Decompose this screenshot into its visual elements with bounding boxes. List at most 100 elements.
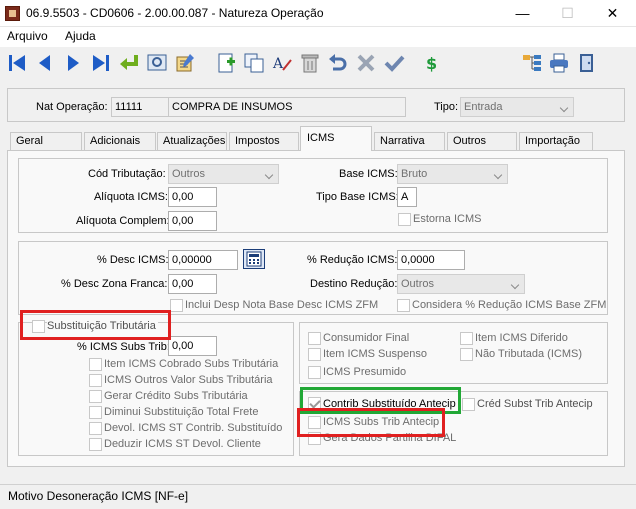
prev-record-button[interactable] — [33, 50, 57, 76]
tab-importacao[interactable]: Importação — [519, 132, 593, 150]
cancel-button[interactable] — [354, 50, 378, 76]
undo-button[interactable] — [326, 50, 350, 76]
subst-item-checkbox[interactable] — [89, 438, 102, 451]
subst-item-checkbox[interactable] — [89, 358, 102, 371]
gera-dados-difal-checkbox[interactable] — [308, 432, 321, 445]
nat-operacao-description[interactable]: COMPRA DE INSUMOS — [168, 97, 406, 117]
first-icon — [9, 55, 25, 71]
copy-button[interactable] — [242, 50, 266, 76]
tab-adicionais[interactable]: Adicionais — [84, 132, 156, 150]
text-edit-button[interactable]: A — [270, 50, 294, 76]
last-record-button[interactable] — [89, 50, 113, 76]
next-record-button[interactable] — [61, 50, 85, 76]
item-icms-diferido-checkbox[interactable] — [460, 332, 473, 345]
new-icon — [218, 53, 235, 73]
substituicao-tributaria-label: Substituição Tributária — [47, 320, 158, 332]
aliquota-complem-input[interactable]: 0,00 — [168, 211, 217, 231]
svg-text:$: $ — [426, 54, 437, 73]
svg-text:A: A — [272, 56, 284, 72]
inclui-desp-label: Inclui Desp Nota Base Desc ICMS ZFM — [185, 299, 379, 311]
desc-zona-franca-label: % Desc Zona Franca: — [61, 278, 168, 290]
item-icms-suspenso-checkbox[interactable] — [308, 348, 321, 361]
consumidor-final-label: Consumidor Final — [323, 332, 410, 344]
tab-geral[interactable]: Geral — [10, 132, 82, 150]
aliquota-icms-input[interactable]: 0,00 — [168, 187, 217, 207]
tipo-select[interactable]: Entrada — [460, 97, 574, 117]
tab-impostos[interactable]: Impostos — [229, 132, 299, 150]
item-icms-diferido-label: Item ICMS Diferido — [475, 332, 568, 344]
window-title: 06.9.5503 - CD0606 - 2.00.00.087 - Natur… — [26, 6, 324, 20]
edit-list-icon — [176, 54, 194, 72]
maximize-button[interactable]: ☐ — [545, 0, 590, 27]
estorna-icms-label: Estorna ICMS — [413, 213, 482, 225]
substituicao-tributaria-checkbox[interactable] — [32, 320, 45, 333]
tipo-base-icms-input[interactable]: A — [397, 187, 417, 207]
icms-presumido-checkbox[interactable] — [308, 366, 321, 379]
cod-tributacao-select[interactable]: Outros — [168, 164, 279, 184]
nao-tributada-label: Não Tributada (ICMS) — [475, 348, 582, 360]
subst-item-label: Deduzir ICMS ST Devol. Cliente — [104, 438, 261, 450]
edit-list-button[interactable] — [173, 50, 197, 76]
icms-subs-trib-antecip-checkbox[interactable] — [308, 416, 321, 429]
icms-subs-trib-antecip-label: ICMS Subs Trib Antecip — [323, 416, 440, 428]
subst-item-checkbox[interactable] — [89, 422, 102, 435]
copy-icon — [244, 53, 264, 73]
nao-tributada-checkbox[interactable] — [460, 348, 473, 361]
cred-subst-trib-antecip-label: Créd Subst Trib Antecip — [477, 398, 593, 410]
text-edit-icon: A — [272, 56, 292, 72]
subst-item-label: Gerar Crédito Subs Tributária — [104, 390, 248, 402]
item-icms-suspenso-label: Item ICMS Suspenso — [323, 348, 427, 360]
consumidor-final-checkbox[interactable] — [308, 332, 321, 345]
base-icms-select[interactable]: Bruto — [397, 164, 508, 184]
subst-item-label: ICMS Outros Valor Subs Tributária — [104, 374, 273, 386]
print-button[interactable] — [547, 50, 571, 76]
tab-icms[interactable]: ICMS — [300, 126, 372, 151]
calculator-icon — [246, 251, 262, 267]
subst-item-label: Diminui Substituição Total Frete — [104, 406, 259, 418]
tab-outros[interactable]: Outros — [447, 132, 517, 150]
destino-reducao-select[interactable]: Outros — [397, 274, 525, 294]
subst-item-checkbox[interactable] — [89, 390, 102, 403]
delete-icon — [301, 54, 319, 73]
subst-item-checkbox[interactable] — [89, 374, 102, 387]
inclui-desp-checkbox[interactable] — [170, 299, 183, 312]
tree-view-button[interactable] — [520, 50, 544, 76]
nat-operacao-label: Nat Operação: — [36, 101, 108, 113]
tab-atualizacoes[interactable]: Atualizações — [157, 132, 227, 150]
return-button[interactable] — [117, 50, 141, 76]
considera-reducao-checkbox[interactable] — [397, 299, 410, 312]
reducao-icms-label: % Redução ICMS: — [307, 254, 398, 266]
considera-reducao-label: Considera % Redução ICMS Base ZFM — [412, 299, 607, 311]
exit-button[interactable] — [575, 50, 599, 76]
preview-button[interactable] — [145, 50, 169, 76]
print-icon — [550, 53, 568, 73]
subst-item-checkbox[interactable] — [89, 406, 102, 419]
calculator-button[interactable] — [243, 249, 265, 269]
reducao-icms-input[interactable]: 0,0000 — [397, 250, 465, 270]
menu-ajuda[interactable]: Ajuda — [65, 29, 96, 43]
desc-zona-franca-input[interactable]: 0,00 — [168, 274, 217, 294]
cred-subst-trib-antecip-checkbox[interactable] — [462, 398, 475, 411]
icms-subs-trib-input[interactable]: 0,00 — [168, 336, 217, 356]
estorna-icms-checkbox[interactable] — [398, 213, 411, 226]
nat-operacao-code[interactable]: 11111 — [111, 97, 169, 117]
menu-arquivo-label: Arquivo — [7, 29, 48, 43]
tab-narrativa[interactable]: Narrativa — [374, 132, 445, 150]
status-text: Motivo Desoneração ICMS [NF-e] — [8, 489, 189, 503]
gera-dados-difal-label: Gera Dados Partilha DIFAL — [323, 432, 457, 444]
close-button[interactable]: ✕ — [590, 0, 635, 27]
subst-item-label: Devol. ICMS ST Contrib. Substituído — [104, 422, 283, 434]
minimize-button[interactable]: — — [500, 0, 545, 27]
desc-icms-input[interactable]: 0,00000 — [168, 250, 238, 270]
icms-presumido-label: ICMS Presumido — [323, 366, 407, 378]
tipo-base-icms-label: Tipo Base ICMS: — [316, 191, 399, 203]
delete-button[interactable] — [298, 50, 322, 76]
confirm-button[interactable] — [382, 50, 406, 76]
new-record-button[interactable] — [214, 50, 238, 76]
prev-icon — [39, 55, 50, 71]
first-record-button[interactable] — [5, 50, 29, 76]
contrib-substituido-antecip-checkbox[interactable] — [308, 397, 321, 410]
currency-button[interactable]: $ — [419, 50, 443, 76]
menu-arquivo[interactable]: Arquivo — [7, 29, 48, 43]
contrib-substituido-antecip-label: Contrib Substituído Antecip — [323, 398, 456, 410]
